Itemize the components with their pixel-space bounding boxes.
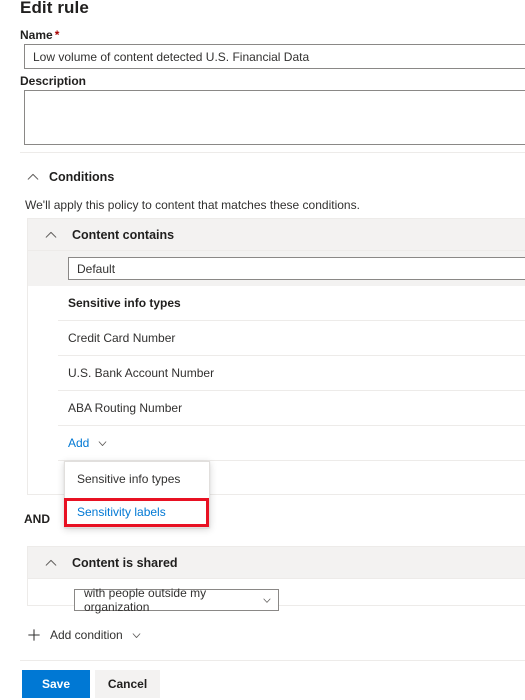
table-header-label: Sensitive info types (68, 296, 181, 310)
menu-item-label: Sensitive info types (77, 471, 181, 486)
section-divider-top (20, 152, 525, 153)
description-label: Description (20, 74, 87, 88)
sensitive-info-type-label: U.S. Bank Account Number (68, 366, 215, 380)
chevron-down-icon (262, 595, 272, 606)
plus-icon (27, 628, 41, 642)
content-contains-title: Content contains (72, 227, 175, 242)
footer-divider (20, 660, 525, 661)
chevron-up-icon (44, 556, 58, 570)
cancel-button[interactable]: Cancel (95, 670, 160, 698)
name-label-text: Name (20, 28, 53, 42)
sensitive-info-type-label: ABA Routing Number (68, 401, 183, 415)
conditions-helper-text: We'll apply this policy to content that … (25, 198, 360, 212)
condition-card-content-is-shared: Content is shared with people outside my… (27, 546, 525, 614)
add-dropdown-label: Add (68, 436, 90, 450)
add-dropdown-button[interactable]: Add (68, 436, 108, 450)
chevron-up-icon (44, 228, 58, 242)
table-row[interactable]: Credit Card Number (58, 321, 525, 356)
add-condition-button[interactable]: Add condition (27, 628, 142, 642)
chevron-down-icon (97, 438, 108, 449)
menu-item-label: Sensitivity labels (77, 504, 166, 519)
content-is-shared-toggle[interactable]: Content is shared (28, 547, 525, 579)
and-operator-label: AND (24, 512, 50, 526)
content-group-picker-value: Default (77, 261, 116, 276)
content-group-picker[interactable]: Default (68, 257, 525, 280)
chevron-down-icon (131, 630, 142, 641)
shared-scope-dropdown[interactable]: with people outside my organization (74, 586, 279, 614)
sensitive-info-type-label: Credit Card Number (68, 331, 176, 345)
save-button[interactable]: Save (22, 670, 90, 698)
add-dropdown-menu: Sensitive info types Sensitivity labels (64, 461, 210, 528)
menu-item-sensitivity-labels[interactable]: Sensitivity labels (65, 495, 209, 528)
name-input[interactable] (24, 44, 525, 69)
table-row[interactable]: U.S. Bank Account Number (58, 356, 525, 391)
conditions-section-toggle[interactable]: Conditions (26, 170, 114, 184)
chevron-up-icon (26, 170, 40, 184)
required-asterisk: * (54, 28, 60, 42)
table-header-sensitive-info-types: Sensitive info types (58, 286, 525, 321)
description-input[interactable] (24, 90, 525, 145)
condition-card-content-contains: Content contains Default Sensitive info … (27, 218, 525, 495)
table-row-add: Add (58, 426, 525, 461)
content-contains-toggle[interactable]: Content contains (28, 219, 525, 251)
page-title: Edit rule (20, 0, 89, 17)
table-row[interactable]: ABA Routing Number (58, 391, 525, 426)
edit-rule-panel: Edit rule Name* Description Conditions W… (0, 0, 525, 700)
shared-scope-value: with people outside my organization (84, 586, 207, 614)
menu-item-sensitive-info-types[interactable]: Sensitive info types (65, 462, 209, 495)
content-is-shared-title: Content is shared (72, 555, 178, 570)
group-picker-strip: Default (28, 251, 525, 286)
name-label: Name * (20, 28, 59, 42)
add-condition-label: Add condition (50, 628, 123, 642)
conditions-section-label: Conditions (49, 170, 115, 184)
